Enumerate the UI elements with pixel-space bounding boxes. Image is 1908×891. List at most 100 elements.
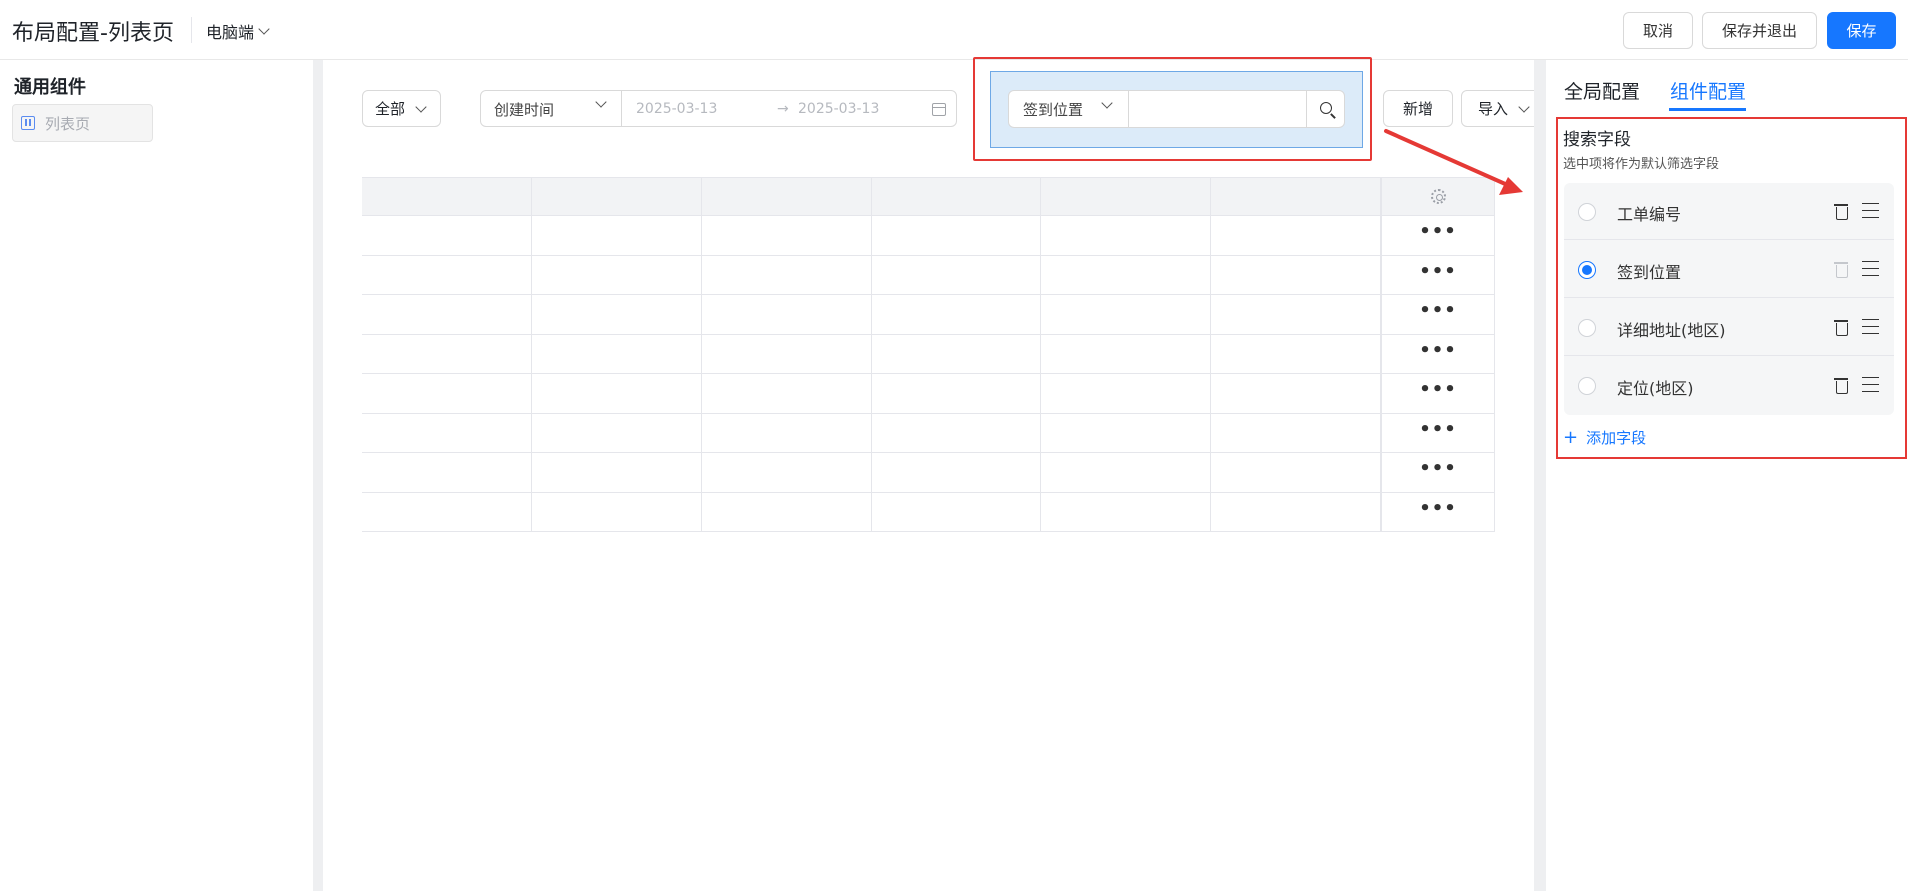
device-select[interactable]: 电脑端: [206, 19, 270, 43]
table-cell: [702, 453, 872, 492]
table-cell: [362, 334, 532, 373]
more-actions-icon[interactable]: •••: [1382, 460, 1494, 478]
row-actions-cell: •••: [1381, 453, 1495, 492]
table-cell: [532, 295, 702, 334]
table-header: [362, 177, 1495, 216]
component-item-label: 列表页: [45, 114, 91, 133]
more-actions-icon[interactable]: •••: [1382, 223, 1494, 241]
table-cell: [1211, 453, 1382, 492]
row-actions-cell: •••: [1381, 413, 1495, 452]
component-library-panel: 通用组件 列表页: [0, 60, 313, 891]
table-cell: [702, 216, 872, 255]
gear-icon[interactable]: [1431, 189, 1447, 204]
panel-gutter-left: [313, 60, 323, 891]
row-actions-cell: •••: [1381, 255, 1495, 294]
table-cell: [1211, 492, 1382, 531]
table-cell: [532, 255, 702, 294]
table-row: •••: [362, 216, 1495, 256]
table-cell: [1041, 255, 1212, 294]
top-bar: 布局配置-列表页 电脑端 取消 保存并退出 保存: [0, 0, 1908, 60]
table-cell: [1211, 413, 1382, 452]
table-cell: [1041, 334, 1212, 373]
scope-filter-select[interactable]: 全部: [362, 90, 441, 127]
table-row: •••: [362, 413, 1495, 453]
annotation-highlight-search: [973, 57, 1372, 161]
table-cell: [1211, 216, 1382, 255]
row-actions-cell: •••: [1381, 492, 1495, 531]
table-row: •••: [362, 295, 1495, 335]
table-cell: [872, 216, 1042, 255]
save-and-exit-button[interactable]: 保存并退出: [1702, 12, 1817, 49]
cancel-button[interactable]: 取消: [1623, 12, 1693, 49]
table-cell: [872, 492, 1042, 531]
table-header-cell: [872, 178, 1042, 215]
save-button[interactable]: 保存: [1827, 12, 1896, 49]
table-cell: [362, 255, 532, 294]
table-row: •••: [362, 374, 1495, 414]
chevron-down-icon: [595, 96, 607, 108]
table-cell: [532, 492, 702, 531]
table-cell: [362, 453, 532, 492]
row-actions-cell: •••: [1381, 216, 1495, 255]
data-table: ••• ••• ••• ••• ••• ••• ••• •••: [362, 177, 1495, 532]
add-new-button[interactable]: 新增: [1383, 90, 1453, 127]
table-cell: [1041, 492, 1212, 531]
chevron-down-icon: [1518, 100, 1530, 113]
table-row: •••: [362, 453, 1495, 493]
date-end-input[interactable]: 2025-03-13: [798, 101, 879, 117]
row-actions-cell: •••: [1381, 374, 1495, 413]
more-actions-icon[interactable]: •••: [1382, 302, 1494, 320]
import-label: 导入: [1478, 100, 1509, 118]
table-row: •••: [362, 255, 1495, 295]
tab-global-config[interactable]: 全局配置: [1564, 77, 1640, 104]
table-cell: [532, 453, 702, 492]
chevron-down-icon: [415, 100, 427, 113]
table-cell: [362, 492, 532, 531]
title-divider: [191, 17, 192, 43]
calendar-icon[interactable]: [932, 103, 946, 116]
date-start-input[interactable]: 2025-03-13: [636, 101, 717, 117]
table-cell: [532, 216, 702, 255]
table-cell: [1211, 295, 1382, 334]
table-cell: [532, 413, 702, 452]
table-cell: [702, 295, 872, 334]
table-cell: [1211, 255, 1382, 294]
chevron-down-icon: [258, 23, 270, 35]
table-cell: [872, 453, 1042, 492]
table-row: •••: [362, 492, 1495, 532]
table-cell: [1211, 334, 1382, 373]
more-actions-icon[interactable]: •••: [1382, 381, 1494, 399]
table-cell: [1041, 216, 1212, 255]
page-title: 布局配置-列表页: [12, 21, 174, 46]
more-actions-icon[interactable]: •••: [1382, 262, 1494, 280]
table-cell: [362, 295, 532, 334]
date-range-filter[interactable]: 创建时间 2025-03-13 → 2025-03-13: [480, 90, 957, 127]
date-field-select[interactable]: 创建时间: [481, 91, 622, 126]
table-cell: [702, 255, 872, 294]
active-tab-indicator: [1669, 108, 1746, 111]
table-header-cell: [362, 178, 532, 215]
table-cell: [702, 374, 872, 413]
annotation-highlight-fields: [1556, 117, 1907, 459]
tab-component-config[interactable]: 组件配置: [1670, 77, 1746, 104]
device-select-label: 电脑端: [206, 23, 255, 42]
more-actions-icon[interactable]: •••: [1382, 341, 1494, 359]
list-component-icon: [21, 116, 35, 130]
table-header-cell: [702, 178, 872, 215]
table-cell: [872, 374, 1042, 413]
table-header-actions: [1381, 178, 1495, 215]
table-cell: [1211, 374, 1382, 413]
table-cell: [1041, 374, 1212, 413]
more-actions-icon[interactable]: •••: [1382, 420, 1494, 438]
table-cell: [872, 295, 1042, 334]
import-dropdown-button[interactable]: 导入: [1461, 90, 1534, 127]
table-cell: [362, 216, 532, 255]
table-row: •••: [362, 334, 1495, 374]
table-cell: [532, 374, 702, 413]
table-body: ••• ••• ••• ••• ••• ••• ••• •••: [362, 216, 1495, 532]
table-header-cell: [1041, 178, 1212, 215]
component-item-list-page[interactable]: 列表页: [12, 104, 153, 142]
table-cell: [1041, 413, 1212, 452]
more-actions-icon[interactable]: •••: [1382, 499, 1494, 517]
table-cell: [362, 374, 532, 413]
